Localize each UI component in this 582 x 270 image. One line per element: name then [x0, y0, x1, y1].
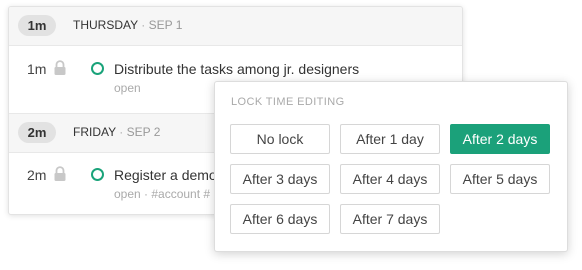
- open-circle-icon[interactable]: [91, 62, 104, 75]
- day-name: THURSDAY: [73, 18, 138, 32]
- popover-title: LOCK TIME EDITING: [231, 96, 345, 108]
- option-after-7-days[interactable]: After 7 days: [340, 204, 440, 234]
- task-title[interactable]: Register a demo: [114, 167, 217, 183]
- option-after-4-days[interactable]: After 4 days: [340, 164, 440, 194]
- day-name: FRIDAY: [73, 125, 116, 139]
- day-duration-badge: 1m: [18, 15, 56, 36]
- open-circle-icon[interactable]: [91, 168, 104, 181]
- task-duration[interactable]: 2m: [27, 167, 46, 183]
- day-label: FRIDAY · SEP 2: [73, 125, 160, 139]
- option-after-3-days[interactable]: After 3 days: [230, 164, 330, 194]
- lock-icon[interactable]: [53, 166, 67, 182]
- option-after-5-days[interactable]: After 5 days: [450, 164, 550, 194]
- day-separator: ·: [119, 125, 124, 139]
- day-duration-badge: 2m: [18, 122, 56, 143]
- option-after-2-days[interactable]: After 2 days: [450, 124, 550, 154]
- option-no-lock[interactable]: No lock: [230, 124, 330, 154]
- task-duration[interactable]: 1m: [27, 61, 46, 77]
- day-header-thursday: 1m THURSDAY · SEP 1: [9, 7, 462, 46]
- lock-icon[interactable]: [53, 60, 67, 76]
- day-date: SEP 2: [126, 125, 161, 139]
- option-after-1-day[interactable]: After 1 day: [340, 124, 440, 154]
- task-title[interactable]: Distribute the tasks among jr. designers: [114, 61, 359, 77]
- lock-time-popover: LOCK TIME EDITING No lock After 1 day Af…: [214, 81, 568, 252]
- day-label: THURSDAY · SEP 1: [73, 18, 182, 32]
- day-date: SEP 1: [148, 18, 183, 32]
- task-meta: open: [114, 81, 141, 95]
- day-separator: ·: [141, 18, 146, 32]
- task-meta: open · #account #: [114, 187, 211, 201]
- option-after-6-days[interactable]: After 6 days: [230, 204, 330, 234]
